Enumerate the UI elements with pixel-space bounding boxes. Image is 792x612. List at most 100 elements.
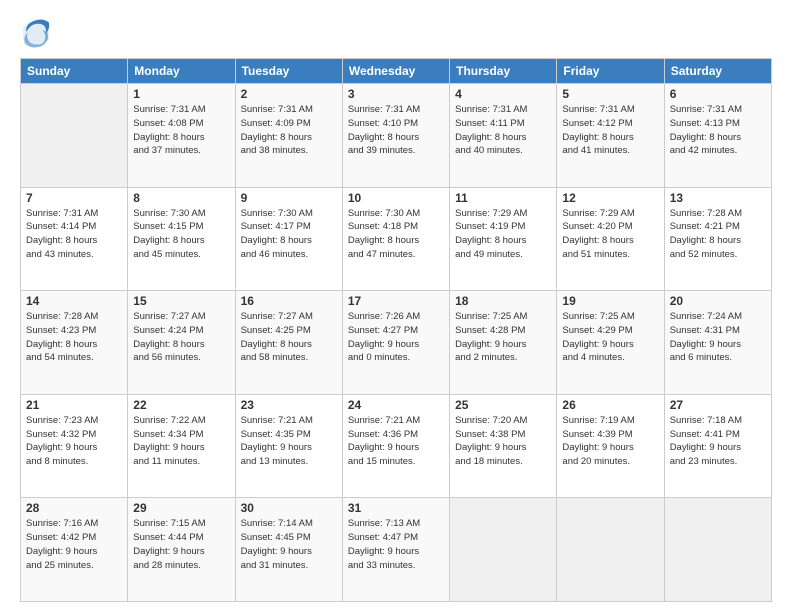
day-info: Sunrise: 7:29 AMSunset: 4:19 PMDaylight:… bbox=[455, 207, 551, 262]
day-number: 6 bbox=[670, 87, 766, 101]
calendar-cell: 13 Sunrise: 7:28 AMSunset: 4:21 PMDayligh… bbox=[664, 187, 771, 291]
calendar-cell: 17 Sunrise: 7:26 AMSunset: 4:27 PMDayligh… bbox=[342, 291, 449, 395]
day-number: 2 bbox=[241, 87, 337, 101]
day-info: Sunrise: 7:16 AMSunset: 4:42 PMDaylight:… bbox=[26, 517, 122, 572]
calendar-cell bbox=[557, 498, 664, 602]
day-number: 12 bbox=[562, 191, 658, 205]
day-info: Sunrise: 7:27 AMSunset: 4:25 PMDaylight:… bbox=[241, 310, 337, 365]
day-number: 11 bbox=[455, 191, 551, 205]
calendar-cell: 8 Sunrise: 7:30 AMSunset: 4:15 PMDaylight… bbox=[128, 187, 235, 291]
day-info: Sunrise: 7:28 AMSunset: 4:21 PMDaylight:… bbox=[670, 207, 766, 262]
day-number: 16 bbox=[241, 294, 337, 308]
day-number: 10 bbox=[348, 191, 444, 205]
day-header-saturday: Saturday bbox=[664, 59, 771, 84]
calendar-cell bbox=[450, 498, 557, 602]
day-number: 18 bbox=[455, 294, 551, 308]
day-info: Sunrise: 7:28 AMSunset: 4:23 PMDaylight:… bbox=[26, 310, 122, 365]
day-info: Sunrise: 7:22 AMSunset: 4:34 PMDaylight:… bbox=[133, 414, 229, 469]
day-info: Sunrise: 7:27 AMSunset: 4:24 PMDaylight:… bbox=[133, 310, 229, 365]
calendar-cell: 31 Sunrise: 7:13 AMSunset: 4:47 PMDayligh… bbox=[342, 498, 449, 602]
calendar-cell: 22 Sunrise: 7:22 AMSunset: 4:34 PMDayligh… bbox=[128, 394, 235, 498]
day-number: 14 bbox=[26, 294, 122, 308]
calendar-cell: 30 Sunrise: 7:14 AMSunset: 4:45 PMDayligh… bbox=[235, 498, 342, 602]
day-info: Sunrise: 7:24 AMSunset: 4:31 PMDaylight:… bbox=[670, 310, 766, 365]
day-number: 5 bbox=[562, 87, 658, 101]
day-info: Sunrise: 7:31 AMSunset: 4:13 PMDaylight:… bbox=[670, 103, 766, 158]
day-number: 7 bbox=[26, 191, 122, 205]
day-number: 24 bbox=[348, 398, 444, 412]
calendar-week-5: 28Sunrise: 7:16 AMSunset: 4:42 PMDayligh… bbox=[21, 498, 772, 602]
calendar-cell: 6 Sunrise: 7:31 AMSunset: 4:13 PMDaylight… bbox=[664, 84, 771, 188]
calendar-cell: 5 Sunrise: 7:31 AMSunset: 4:12 PMDaylight… bbox=[557, 84, 664, 188]
calendar-week-4: 21Sunrise: 7:23 AMSunset: 4:32 PMDayligh… bbox=[21, 394, 772, 498]
day-number: 17 bbox=[348, 294, 444, 308]
calendar-cell: 23Sunrise: 7:21 AMSunset: 4:35 PMDayligh… bbox=[235, 394, 342, 498]
calendar-table: SundayMondayTuesdayWednesdayThursdayFrid… bbox=[20, 58, 772, 602]
day-number: 23 bbox=[241, 398, 337, 412]
day-info: Sunrise: 7:31 AMSunset: 4:11 PMDaylight:… bbox=[455, 103, 551, 158]
day-info: Sunrise: 7:31 AMSunset: 4:12 PMDaylight:… bbox=[562, 103, 658, 158]
day-number: 25 bbox=[455, 398, 551, 412]
calendar-cell: 14 Sunrise: 7:28 AMSunset: 4:23 PMDayligh… bbox=[21, 291, 128, 395]
day-info: Sunrise: 7:15 AMSunset: 4:44 PMDaylight:… bbox=[133, 517, 229, 572]
calendar-cell: 29 Sunrise: 7:15 AMSunset: 4:44 PMDayligh… bbox=[128, 498, 235, 602]
calendar-cell: 28Sunrise: 7:16 AMSunset: 4:42 PMDayligh… bbox=[21, 498, 128, 602]
day-number: 19 bbox=[562, 294, 658, 308]
calendar-cell: 15Sunrise: 7:27 AMSunset: 4:24 PMDayligh… bbox=[128, 291, 235, 395]
day-info: Sunrise: 7:30 AMSunset: 4:17 PMDaylight:… bbox=[241, 207, 337, 262]
calendar-cell: 1 Sunrise: 7:31 AMSunset: 4:08 PMDaylight… bbox=[128, 84, 235, 188]
day-number: 21 bbox=[26, 398, 122, 412]
day-number: 3 bbox=[348, 87, 444, 101]
day-number: 1 bbox=[133, 87, 229, 101]
day-header-wednesday: Wednesday bbox=[342, 59, 449, 84]
calendar-cell: 16 Sunrise: 7:27 AMSunset: 4:25 PMDayligh… bbox=[235, 291, 342, 395]
calendar-cell bbox=[664, 498, 771, 602]
calendar-cell: 11 Sunrise: 7:29 AMSunset: 4:19 PMDayligh… bbox=[450, 187, 557, 291]
calendar-cell bbox=[21, 84, 128, 188]
day-number: 30 bbox=[241, 501, 337, 515]
day-number: 8 bbox=[133, 191, 229, 205]
logo-icon bbox=[20, 16, 52, 48]
calendar-cell: 3 Sunrise: 7:31 AMSunset: 4:10 PMDaylight… bbox=[342, 84, 449, 188]
day-info: Sunrise: 7:20 AMSunset: 4:38 PMDaylight:… bbox=[455, 414, 551, 469]
day-number: 13 bbox=[670, 191, 766, 205]
day-header-thursday: Thursday bbox=[450, 59, 557, 84]
calendar-cell: 7 Sunrise: 7:31 AMSunset: 4:14 PMDaylight… bbox=[21, 187, 128, 291]
day-header-sunday: Sunday bbox=[21, 59, 128, 84]
day-info: Sunrise: 7:30 AMSunset: 4:15 PMDaylight:… bbox=[133, 207, 229, 262]
calendar-cell: 12 Sunrise: 7:29 AMSunset: 4:20 PMDayligh… bbox=[557, 187, 664, 291]
day-header-monday: Monday bbox=[128, 59, 235, 84]
header bbox=[20, 16, 772, 48]
day-info: Sunrise: 7:14 AMSunset: 4:45 PMDaylight:… bbox=[241, 517, 337, 572]
calendar-cell: 26 Sunrise: 7:19 AMSunset: 4:39 PMDayligh… bbox=[557, 394, 664, 498]
calendar-cell: 19 Sunrise: 7:25 AMSunset: 4:29 PMDayligh… bbox=[557, 291, 664, 395]
day-info: Sunrise: 7:13 AMSunset: 4:47 PMDaylight:… bbox=[348, 517, 444, 572]
day-number: 20 bbox=[670, 294, 766, 308]
day-info: Sunrise: 7:31 AMSunset: 4:10 PMDaylight:… bbox=[348, 103, 444, 158]
day-info: Sunrise: 7:31 AMSunset: 4:14 PMDaylight:… bbox=[26, 207, 122, 262]
day-number: 22 bbox=[133, 398, 229, 412]
calendar-cell: 25 Sunrise: 7:20 AMSunset: 4:38 PMDayligh… bbox=[450, 394, 557, 498]
day-number: 31 bbox=[348, 501, 444, 515]
day-number: 29 bbox=[133, 501, 229, 515]
day-number: 9 bbox=[241, 191, 337, 205]
logo bbox=[20, 16, 56, 48]
day-info: Sunrise: 7:26 AMSunset: 4:27 PMDaylight:… bbox=[348, 310, 444, 365]
day-info: Sunrise: 7:19 AMSunset: 4:39 PMDaylight:… bbox=[562, 414, 658, 469]
calendar-week-1: 1 Sunrise: 7:31 AMSunset: 4:08 PMDaylight… bbox=[21, 84, 772, 188]
day-info: Sunrise: 7:21 AMSunset: 4:36 PMDaylight:… bbox=[348, 414, 444, 469]
calendar-cell: 9 Sunrise: 7:30 AMSunset: 4:17 PMDaylight… bbox=[235, 187, 342, 291]
day-info: Sunrise: 7:30 AMSunset: 4:18 PMDaylight:… bbox=[348, 207, 444, 262]
day-info: Sunrise: 7:18 AMSunset: 4:41 PMDaylight:… bbox=[670, 414, 766, 469]
calendar-cell: 18 Sunrise: 7:25 AMSunset: 4:28 PMDayligh… bbox=[450, 291, 557, 395]
day-number: 26 bbox=[562, 398, 658, 412]
calendar-cell: 20 Sunrise: 7:24 AMSunset: 4:31 PMDayligh… bbox=[664, 291, 771, 395]
day-info: Sunrise: 7:25 AMSunset: 4:28 PMDaylight:… bbox=[455, 310, 551, 365]
calendar-cell: 10 Sunrise: 7:30 AMSunset: 4:18 PMDayligh… bbox=[342, 187, 449, 291]
day-info: Sunrise: 7:31 AMSunset: 4:08 PMDaylight:… bbox=[133, 103, 229, 158]
day-info: Sunrise: 7:25 AMSunset: 4:29 PMDaylight:… bbox=[562, 310, 658, 365]
calendar-page: SundayMondayTuesdayWednesdayThursdayFrid… bbox=[0, 0, 792, 612]
day-info: Sunrise: 7:31 AMSunset: 4:09 PMDaylight:… bbox=[241, 103, 337, 158]
day-info: Sunrise: 7:29 AMSunset: 4:20 PMDaylight:… bbox=[562, 207, 658, 262]
day-header-tuesday: Tuesday bbox=[235, 59, 342, 84]
